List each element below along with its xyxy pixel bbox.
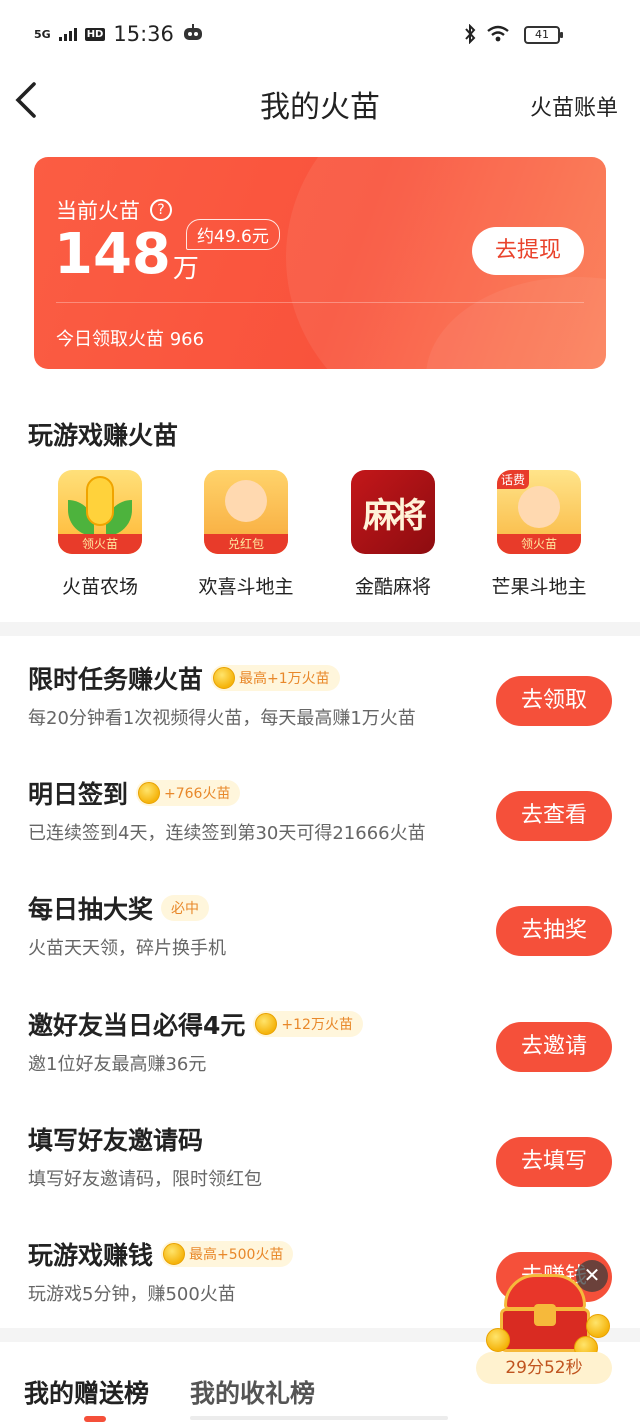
task-button[interactable]: 去邀请 [496,1022,612,1072]
notification-icon [182,22,204,46]
status-right [464,23,510,48]
coin-icon [255,1013,278,1035]
task-desc: 每20分钟看1次视频得火苗，每天最高赚1万火苗 [28,708,416,729]
task-badge-label: 最高+500火苗 [189,1247,284,1263]
task-title: 明日签到 [28,780,129,809]
task-badge-label: +12万火苗 [281,1017,353,1033]
game-tag: 领火苗 [497,534,581,554]
task-badge-label: 最高+1万火苗 [239,671,330,687]
task-badge: +766火苗 [136,780,241,806]
bill-link[interactable]: 火苗账单 [530,90,618,122]
task-badge: 必中 [161,895,210,921]
doudizhu-game-icon: 兑红包 [204,470,288,554]
game-name: 金酷麻将 [354,576,431,598]
game-corner-tag: 话费 [497,470,530,489]
task-title-row: 邀好友当日必得4元 +12万火苗 [28,1006,363,1042]
approx-value-tag: 约49.6元 [186,219,280,250]
task-button[interactable]: 去领取 [496,676,612,726]
nav-header: 我的火苗 火苗账单 [0,70,640,146]
mango-game-icon: 话费 领火苗 [497,470,581,554]
balance-amount: 148 万 [54,225,199,285]
game-tag: 兑红包 [204,534,288,554]
game-item-mahjong[interactable]: 麻将 金酷麻将 [318,470,468,599]
task-desc: 邀1位好友最高赚36元 [28,1054,207,1075]
game-item-farm[interactable]: 领火苗 火苗农场 [25,470,175,599]
games-row: 领火苗 火苗农场 兑红包 欢喜斗地主 麻将 金酷麻将 话费 领火苗 芒果斗地主 [0,470,640,600]
balance-number: 148 [54,222,171,287]
task-button[interactable]: 去查看 [496,791,612,841]
task-row: 每日抽大奖 必中 火苗天天领，碎片换手机 去抽奖 [0,868,640,980]
status-bar: 5G HD 15:36 41 [0,0,640,70]
task-badge: +12万火苗 [253,1011,363,1037]
today-received: 今日领取火苗 966 [56,329,205,350]
task-title-row: 玩游戏赚钱 最高+500火苗 [28,1236,294,1272]
mahjong-game-icon: 麻将 [351,470,435,554]
game-item-doudizhu[interactable]: 兑红包 欢喜斗地主 [171,470,321,599]
close-widget-button[interactable]: ✕ [576,1260,608,1292]
games-section-title: 玩游戏赚火苗 [28,421,179,450]
task-desc: 玩游戏5分钟，赚500火苗 [28,1284,236,1305]
mahjong-icon-text: 麻将 [363,496,427,536]
tab-gift-sent[interactable]: 我的赠送榜 [24,1374,149,1410]
game-tag: 领火苗 [58,534,142,554]
tab-indicator [84,1416,106,1422]
signal-icon [58,27,77,41]
task-badge-label: 必中 [171,901,200,917]
status-left: 5G HD 15:36 [34,22,204,46]
withdraw-button[interactable]: 去提现 [472,227,584,275]
task-row: 明日签到 +766火苗 已连续签到4天，连续签到第30天可得21666火苗 去查… [0,753,640,865]
farm-game-icon: 领火苗 [58,470,142,554]
game-name: 火苗农场 [61,576,138,598]
task-title: 邀好友当日必得4元 [28,1011,246,1040]
section-divider [0,622,640,636]
task-row: 限时任务赚火苗 最高+1万火苗 每20分钟看1次视频得火苗，每天最高赚1万火苗 … [0,638,640,750]
floating-treasure-widget[interactable]: 29分52秒 ✕ [476,1260,616,1386]
task-badge: 最高+1万火苗 [211,665,340,691]
task-badge-label: +766火苗 [164,786,231,802]
tab-gift-received[interactable]: 我的收礼榜 [190,1374,315,1410]
coin-icon [213,667,236,689]
game-name: 芒果斗地主 [491,576,587,598]
task-row: 填写好友邀请码 填写好友邀请码，限时领红包 去填写 [0,1099,640,1211]
task-title: 每日抽大奖 [28,895,154,924]
task-title-row: 填写好友邀请码 [28,1121,203,1157]
status-time: 15:36 [113,22,174,46]
task-button[interactable]: 去填写 [496,1137,612,1187]
game-item-mango-doudizhu[interactable]: 话费 领火苗 芒果斗地主 [464,470,614,599]
task-row: 邀好友当日必得4元 +12万火苗 邀1位好友最高赚36元 去邀请 [0,984,640,1096]
task-desc: 已连续签到4天，连续签到第30天可得21666火苗 [28,823,426,844]
coin-icon [138,782,161,804]
balance-label: 当前火苗 [56,199,140,223]
task-button[interactable]: 去抽奖 [496,906,612,956]
task-title: 填写好友邀请码 [28,1126,204,1155]
task-title-row: 明日签到 +766火苗 [28,775,241,811]
task-desc: 火苗天天领，碎片换手机 [28,938,226,959]
hd-icon: HD [84,27,106,41]
task-badge: 最高+500火苗 [161,1241,294,1267]
countdown-timer: 29分52秒 [476,1352,612,1384]
task-title-row: 限时任务赚火苗 最高+1万火苗 [28,660,340,696]
coin-icon [163,1243,186,1265]
balance-unit: 万 [172,254,199,284]
help-icon[interactable]: ? [150,199,172,221]
balance-card: 当前火苗 ? 148 万 约49.6元 去提现 今日领取火苗 966 [34,157,606,369]
task-title: 限时任务赚火苗 [28,665,204,694]
battery-icon: 41 [524,26,563,44]
game-name: 欢喜斗地主 [198,576,294,598]
balance-label-row: 当前火苗 ? [56,195,172,225]
task-title: 玩游戏赚钱 [28,1241,154,1270]
task-desc: 填写好友邀请码，限时领红包 [28,1169,262,1190]
wifi-icon [486,25,510,47]
card-divider [56,302,584,303]
tab-underline [190,1416,448,1420]
bluetooth-icon [464,23,476,48]
task-title-row: 每日抽大奖 必中 [28,890,210,926]
network-label: 5G [34,27,51,41]
